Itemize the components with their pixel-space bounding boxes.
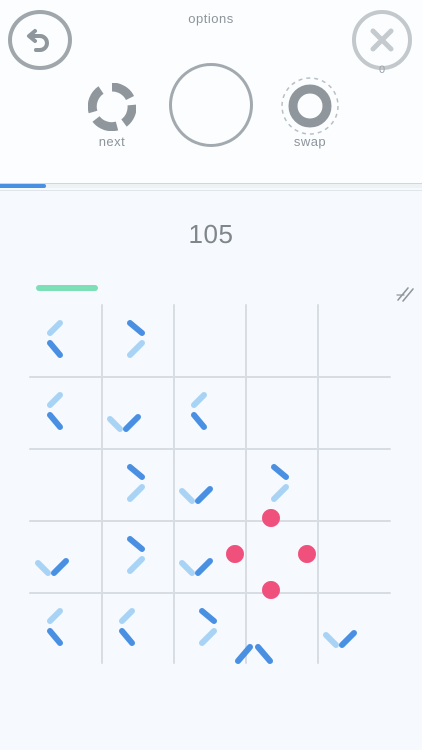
piece-segment [107,416,123,432]
piece-segment [47,608,63,624]
piece-segment [127,484,145,502]
piece-segment [195,486,213,504]
piece-segment [119,608,135,624]
pink-dot[interactable] [262,581,280,599]
board-piece-v[interactable] [107,414,141,432]
piece-segment [51,558,69,576]
piece-segment [199,608,217,624]
pink-dot[interactable] [298,545,316,563]
piece-segment [47,628,63,646]
piece-segment [191,412,207,430]
board-piece-v[interactable] [179,558,213,576]
piece-segment [123,414,141,432]
piece-segment [47,392,63,408]
board-piece-lt[interactable] [119,608,135,646]
piece-segment [271,464,289,480]
piece-segment [179,488,195,504]
piece-segment [127,556,145,574]
piece-segment [235,644,253,664]
piece-segment [179,560,195,576]
piece-segment [47,412,63,430]
board-piece-gt[interactable] [127,464,145,502]
piece-segment [191,392,207,408]
pink-dot[interactable] [226,545,244,563]
board-piece-v[interactable] [35,558,69,576]
piece-segment [323,632,339,648]
board-piece-v[interactable] [179,486,213,504]
board-piece-lt[interactable] [47,392,63,430]
piece-segment [199,628,217,646]
board-piece-gt[interactable] [199,608,217,646]
piece-segment [47,320,63,336]
piece-segment [255,644,273,664]
piece-segment [127,320,145,336]
piece-segment [195,558,213,576]
piece-segment [47,340,63,358]
piece-segment [271,484,289,502]
board-piece-gt[interactable] [127,320,145,358]
pink-dot[interactable] [262,509,280,527]
board-piece-v[interactable] [323,630,357,648]
board-piece-gt[interactable] [127,536,145,574]
piece-segment [127,536,145,552]
game-board[interactable] [0,0,422,750]
board-piece-lt[interactable] [47,608,63,646]
piece-segment [119,628,135,646]
board-piece-caret[interactable] [235,644,273,664]
board-piece-lt[interactable] [191,392,207,430]
board-piece-lt[interactable] [47,320,63,358]
board-piece-gt[interactable] [271,464,289,502]
piece-segment [127,464,145,480]
piece-segment [35,560,51,576]
piece-segment [339,630,357,648]
piece-segment [127,340,145,358]
